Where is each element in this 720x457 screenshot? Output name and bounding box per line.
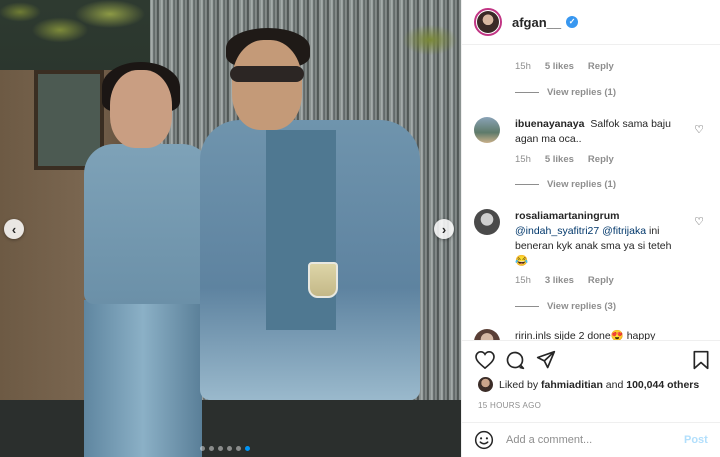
comment-text: ririn.inls sijde 2 done😍 happy <box>515 330 656 340</box>
carousel-indicator <box>200 446 250 451</box>
comment-input[interactable] <box>506 434 676 446</box>
comment-text: rosaliamartaningrum @indah_syafitri27 @f… <box>515 209 691 269</box>
comment-emoji: 😂 <box>515 255 529 267</box>
comment-meta: 15h 5 likes Reply <box>515 61 614 72</box>
comment-username[interactable]: ibuenayanaya <box>515 118 584 130</box>
heart-icon[interactable]: ♡ <box>694 123 704 136</box>
avatar[interactable] <box>474 209 500 235</box>
share-icon[interactable] <box>535 349 557 371</box>
carousel-dot <box>200 446 205 451</box>
emoji-icon[interactable] <box>474 430 494 450</box>
comment-meta: 15h 3 likes Reply <box>515 275 614 286</box>
comment-reply-button[interactable]: Reply <box>588 154 614 165</box>
heart-icon[interactable] <box>474 349 496 371</box>
view-replies-button[interactable]: View replies (1) <box>515 87 616 98</box>
avatar[interactable] <box>474 117 500 143</box>
avatar[interactable] <box>474 329 500 340</box>
carousel-next-button[interactable]: › <box>434 219 454 239</box>
avatar[interactable] <box>474 8 502 36</box>
photo-person-man <box>200 20 440 457</box>
comments-list[interactable]: 15h 5 likes Reply View replies (1) ibuen… <box>462 46 720 340</box>
bookmark-icon[interactable] <box>690 349 712 371</box>
view-replies-label: View replies (1) <box>547 87 616 98</box>
verified-badge-icon: ✓ <box>566 16 579 28</box>
post-photo[interactable]: ‹ › <box>0 0 461 457</box>
carousel-dot <box>227 446 232 451</box>
comment-time: 15h <box>515 61 531 72</box>
avatar[interactable] <box>478 377 493 392</box>
comment-reply-button[interactable]: Reply <box>588 61 614 72</box>
likes-summary: Liked by fahmiaditian and 100,044 others <box>478 377 699 392</box>
post-actions: Liked by fahmiaditian and 100,044 others… <box>462 340 720 430</box>
liked-by-prefix: Liked by <box>499 378 539 391</box>
carousel-dot <box>236 446 241 451</box>
view-replies-label: View replies (3) <box>547 301 616 312</box>
comment-icon[interactable] <box>504 349 526 371</box>
comment-time: 15h <box>515 275 531 286</box>
heart-icon[interactable]: ♡ <box>694 215 704 228</box>
post-header: afgan__ ✓ <box>462 0 720 45</box>
liked-by-count[interactable]: 100,044 others <box>626 379 699 391</box>
comment-time: 15h <box>515 154 531 165</box>
post-comment-button[interactable]: Post <box>684 434 708 446</box>
post-side-panel: afgan__ ✓ 15h 5 likes Reply View replies… <box>461 0 720 457</box>
liked-by-user[interactable]: fahmiaditian <box>541 379 603 391</box>
carousel-prev-button[interactable]: ‹ <box>4 219 24 239</box>
chevron-left-icon: ‹ <box>11 221 17 237</box>
comment-reply-button[interactable]: Reply <box>588 275 614 286</box>
chevron-right-icon: › <box>441 221 447 237</box>
view-replies-button[interactable]: View replies (3) <box>515 301 616 312</box>
comment-likes[interactable]: 3 likes <box>545 275 574 286</box>
post-author-username[interactable]: afgan__ <box>512 15 561 30</box>
comment-mention[interactable]: @indah_syafitri27 <box>515 225 599 237</box>
view-replies-button[interactable]: View replies (1) <box>515 179 616 190</box>
carousel-dot <box>245 446 250 451</box>
comment-text: ibuenayanaya Salfok sama baju agan ma oc… <box>515 117 691 147</box>
carousel-dot <box>209 446 214 451</box>
carousel-dot <box>218 446 223 451</box>
view-replies-label: View replies (1) <box>547 179 616 190</box>
comment-likes[interactable]: 5 likes <box>545 154 574 165</box>
post-timestamp[interactable]: 15 HOURS AGO <box>478 401 541 410</box>
comment-likes[interactable]: 5 likes <box>545 61 574 72</box>
comment-meta: 15h 5 likes Reply <box>515 154 614 165</box>
liked-by-connector: and <box>605 378 624 391</box>
comment-username[interactable]: rosaliamartaningrum <box>515 210 619 222</box>
comment-mention[interactable]: @fitrijaka <box>602 225 646 237</box>
add-comment-bar: Post <box>462 422 720 457</box>
